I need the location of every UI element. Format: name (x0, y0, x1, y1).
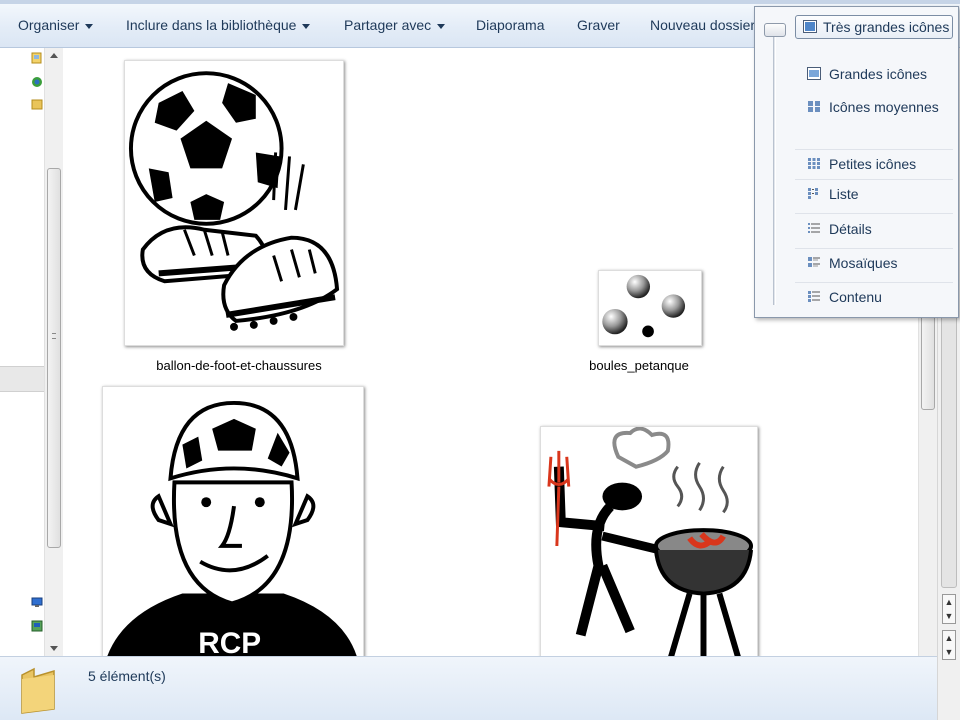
small-icons-icon (808, 158, 820, 169)
organize-button[interactable]: Organiser (18, 15, 94, 35)
new-folder-button[interactable]: Nouveau dossier (650, 15, 755, 35)
navigation-pane (0, 48, 64, 656)
menu-item-extra-large-icons[interactable]: Très grandes icônes (795, 15, 953, 39)
medium-icons-icon (808, 101, 820, 112)
chevron-down-icon (437, 23, 446, 29)
chevron-down-icon (85, 23, 94, 29)
burn-button[interactable]: Graver (577, 15, 620, 35)
view-size-slider-handle[interactable] (764, 23, 786, 37)
scroll-down-arrow-icon[interactable] (50, 646, 58, 651)
barbecue-chef-image (540, 426, 758, 656)
status-bar: 5 élément(s) (0, 656, 937, 720)
file-item[interactable]: boules_petanque (564, 264, 714, 376)
menu-separator (795, 248, 953, 249)
folder-icon (21, 667, 55, 714)
scroll-up-down-icon[interactable]: ▲ ▼ (942, 594, 956, 624)
menu-item-tiles[interactable]: Mosaïques (795, 251, 953, 275)
nav-scrollbar[interactable] (44, 48, 63, 656)
file-item[interactable] (540, 422, 764, 656)
network-drive-icon[interactable] (31, 620, 43, 632)
item-count: 5 élément(s) (88, 668, 166, 684)
menu-item-large-icons[interactable]: Grandes icônes (795, 62, 953, 86)
details-icon (808, 223, 820, 233)
computer-icon[interactable] (31, 596, 43, 608)
share-with-button[interactable]: Partager avec (344, 15, 446, 35)
soccer-ball-shoes-image (124, 60, 344, 346)
soccer-head-man-image: RCP (102, 386, 364, 656)
nav-scrollbar-thumb[interactable] (47, 168, 61, 548)
menu-separator (795, 282, 953, 283)
menu-item-list[interactable]: Liste (795, 182, 953, 206)
slideshow-button[interactable]: Diaporama (476, 15, 544, 35)
network-icon[interactable] (31, 76, 43, 88)
window-top-edge (0, 0, 960, 4)
large-icons-icon (807, 67, 821, 80)
list-icon (808, 188, 818, 199)
menu-item-details[interactable]: Détails (795, 217, 953, 241)
petanque-balls-image (598, 270, 702, 346)
view-menu: Très grandes icônes Grandes icônes Icône… (754, 6, 959, 318)
scroll-up-down-icon[interactable]: ▲ ▼ (942, 630, 956, 660)
view-size-slider[interactable] (773, 33, 776, 305)
documents-icon[interactable] (31, 52, 43, 64)
menu-item-content[interactable]: Contenu (795, 285, 953, 309)
file-item[interactable]: RCP (100, 384, 370, 656)
menu-separator (795, 179, 953, 180)
svg-text:RCP: RCP (198, 627, 261, 656)
scroll-up-arrow-icon[interactable] (50, 53, 58, 58)
include-in-library-button[interactable]: Inclure dans la bibliothèque (126, 15, 311, 35)
file-item[interactable]: ballon-de-foot-et-chaussures (104, 56, 374, 376)
menu-item-small-icons[interactable]: Petites icônes (795, 152, 953, 176)
menu-item-medium-icons[interactable]: Icônes moyennes (795, 95, 953, 119)
menu-separator (795, 149, 953, 150)
file-name: ballon-de-foot-et-chaussures (156, 358, 322, 373)
nav-selected-item[interactable] (0, 366, 44, 392)
extra-large-icons-icon (803, 20, 817, 33)
folder-icon[interactable] (31, 98, 43, 110)
content-icon (808, 291, 820, 302)
tiles-icon (808, 257, 820, 267)
chevron-down-icon (302, 23, 311, 29)
file-name: boules_petanque (589, 358, 689, 373)
scroll-grip-icon (52, 333, 56, 339)
menu-separator (795, 213, 953, 214)
